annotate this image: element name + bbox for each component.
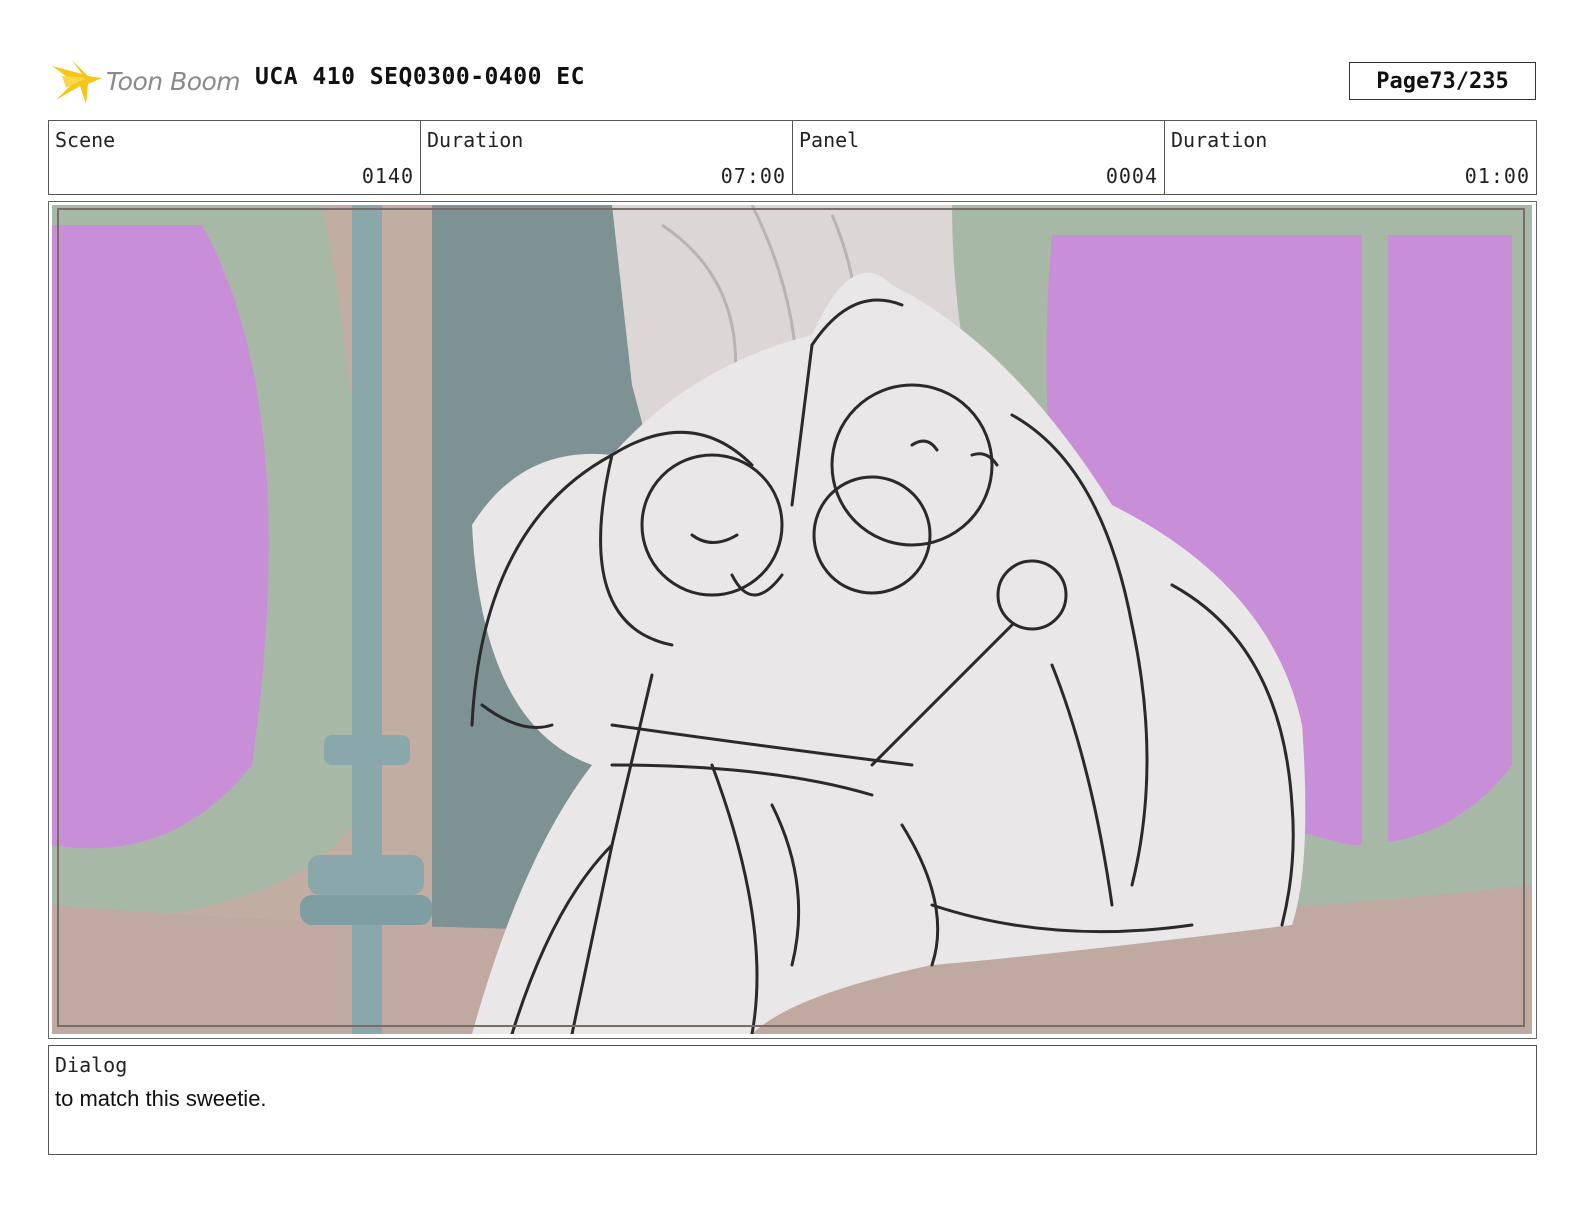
panel-duration-label: Duration: [1171, 128, 1268, 152]
panel-label: Panel: [799, 128, 860, 152]
document-title: UCA 410 SEQ0300-0400 EC: [255, 64, 585, 90]
dialog-text: to match this sweetie.: [55, 1086, 267, 1111]
panel-duration-value: 01:00: [1464, 164, 1530, 188]
dialog-label: Dialog: [55, 1053, 128, 1077]
scene-duration-value: 07:00: [720, 164, 786, 188]
scene-info-bar: Scene 0140 Duration 07:00 Panel 0004 Dur…: [48, 120, 1537, 195]
scene-duration-label: Duration: [427, 128, 524, 152]
page-number: 73/235: [1429, 68, 1509, 94]
storyboard-panel-frame: [48, 201, 1537, 1039]
dialog-box: Dialog to match this sweetie.: [48, 1045, 1537, 1155]
panel-cell: Panel 0004: [793, 121, 1165, 194]
scene-duration-cell: Duration 07:00: [421, 121, 793, 194]
scene-cell: Scene 0140: [49, 121, 421, 194]
star-burst-icon: [52, 60, 102, 104]
toon-boom-logo: Toon Boom: [52, 56, 241, 106]
scene-label: Scene: [55, 128, 116, 152]
page-indicator: Page 73/235: [1349, 62, 1536, 100]
page-label: Page: [1376, 68, 1430, 94]
scene-value: 0140: [361, 164, 414, 188]
panel-duration-cell: Duration 01:00: [1165, 121, 1536, 194]
logo-wordmark: Toon Boom: [106, 66, 241, 96]
panel-value: 0004: [1105, 164, 1158, 188]
storyboard-sketch-image: [52, 205, 1532, 1034]
